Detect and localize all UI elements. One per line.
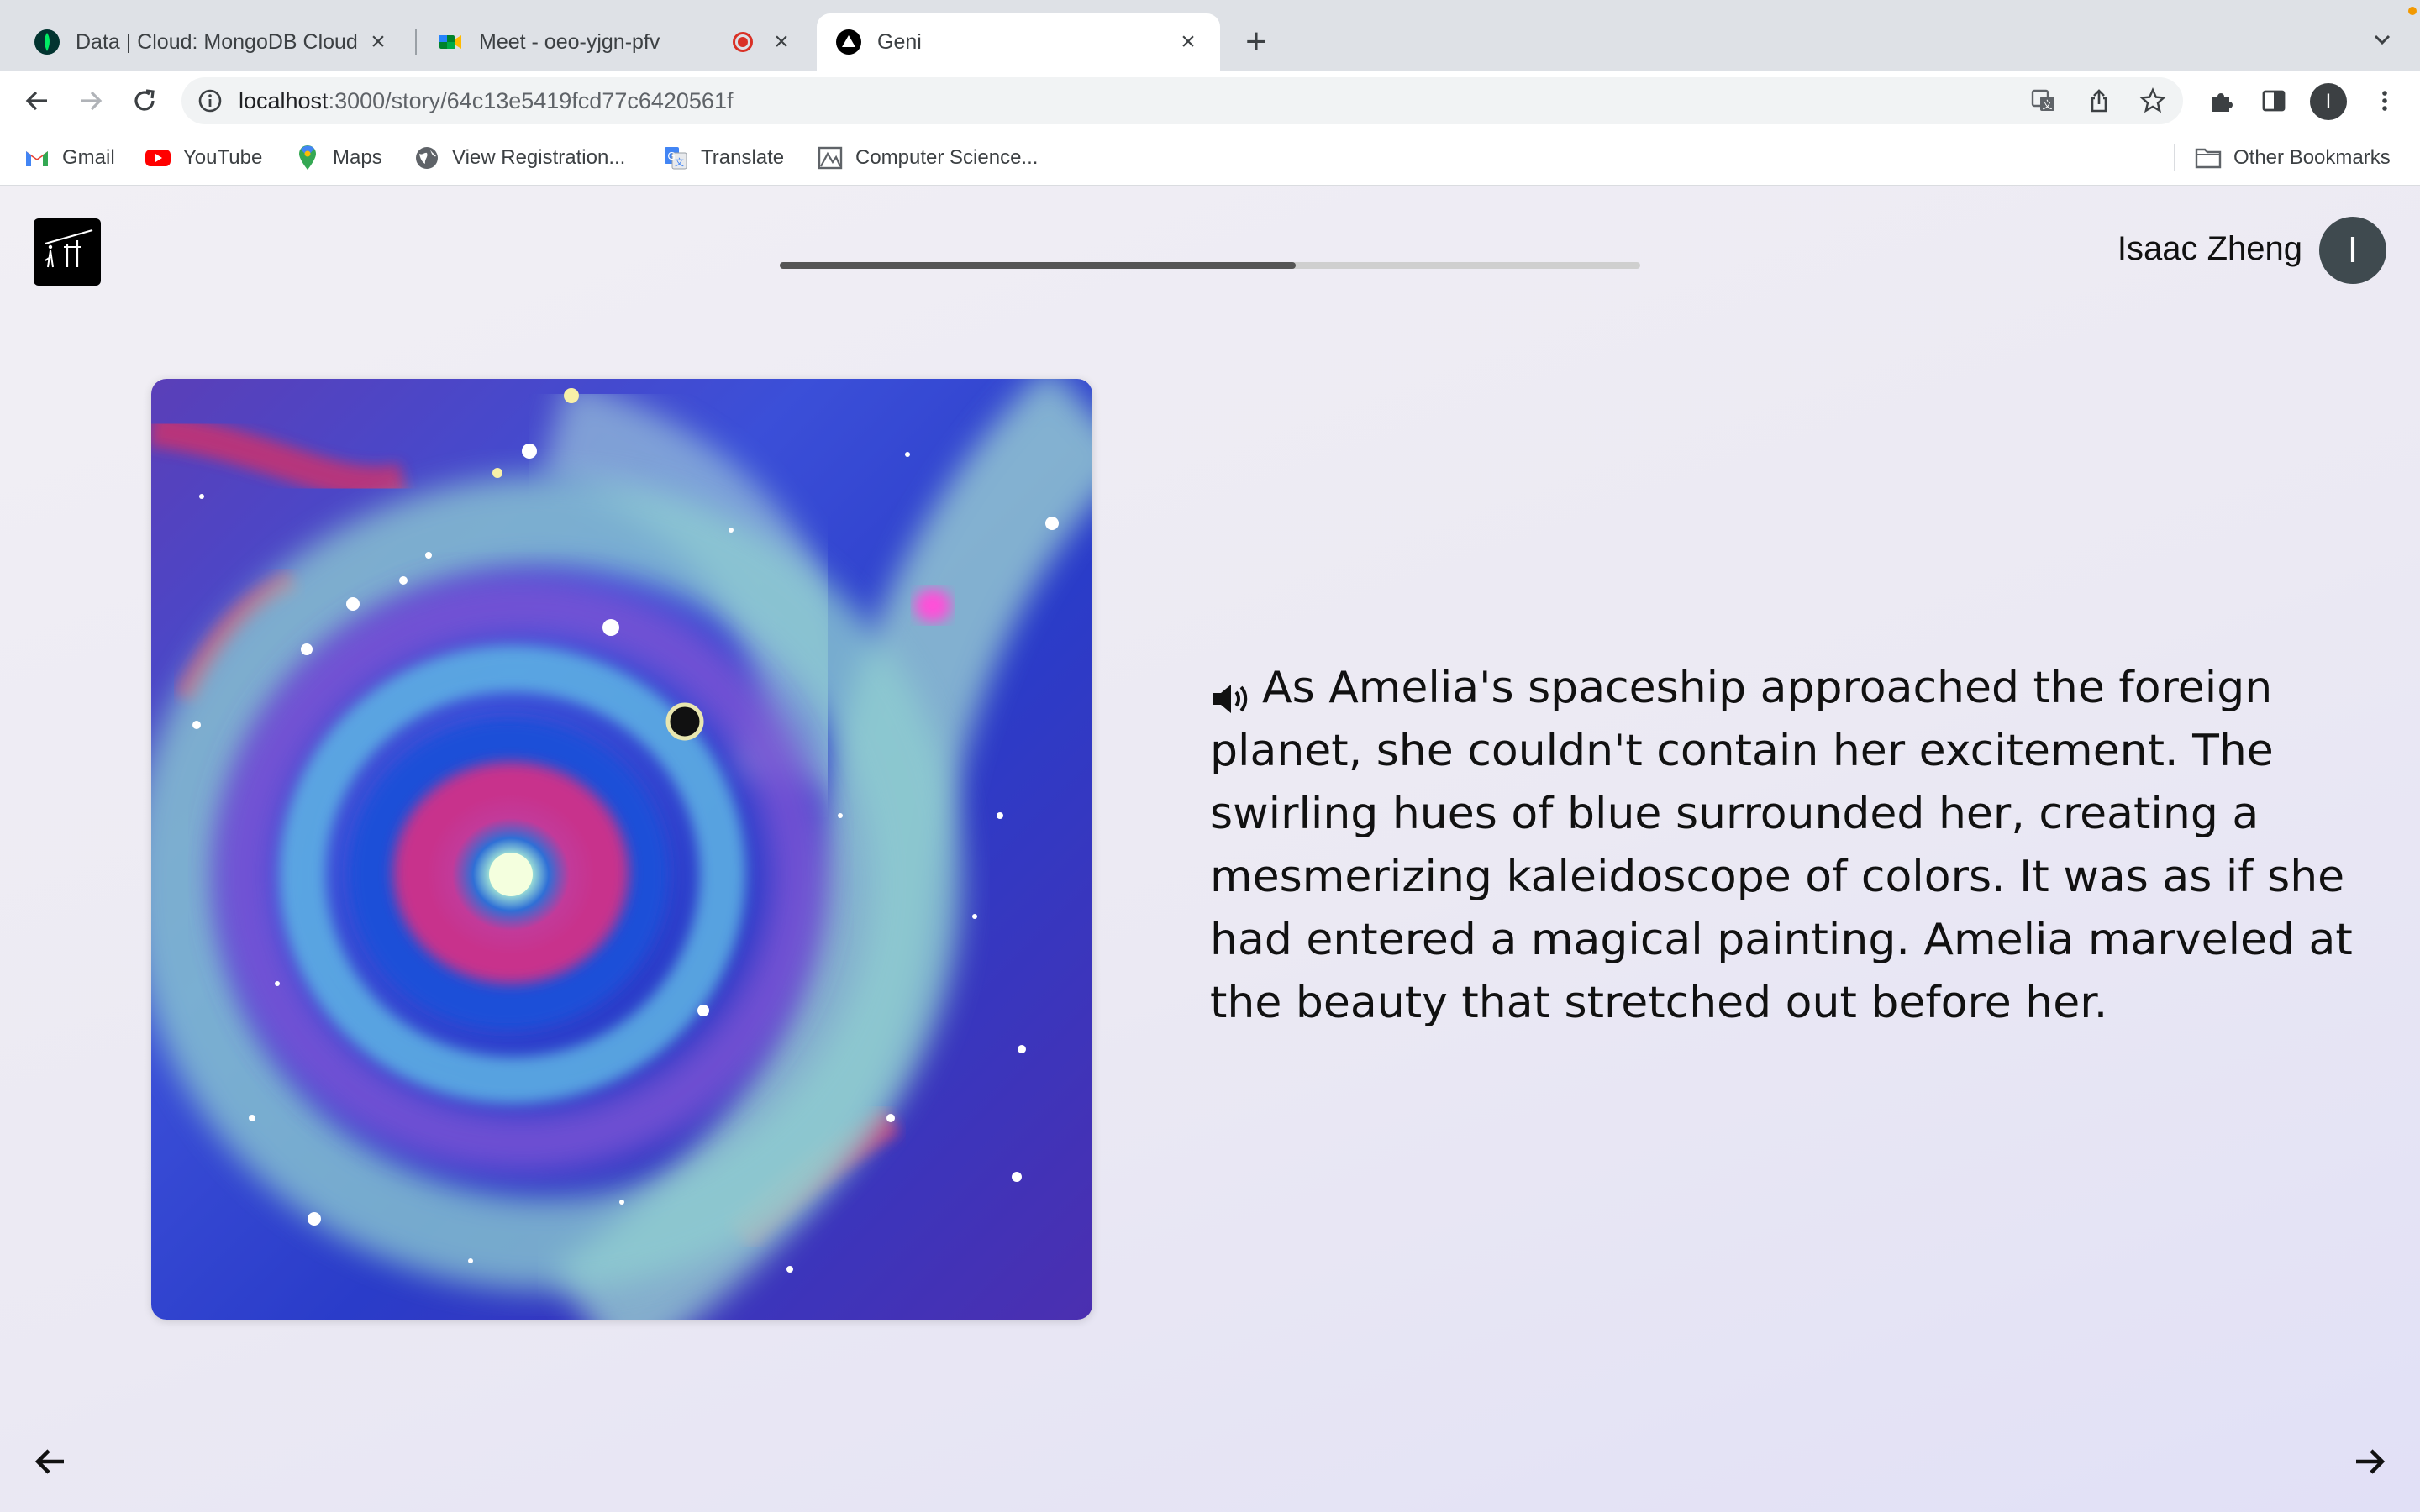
bookmark-image-icon	[817, 144, 844, 171]
user-name: Isaac Zheng	[2117, 230, 2302, 267]
mongodb-leaf-icon	[34, 29, 60, 55]
maps-pin-icon	[294, 144, 321, 171]
tab-title: Geni	[877, 29, 922, 54]
gmail-icon	[24, 144, 50, 171]
bookmarks-bar: Gmail YouTube Maps View Registration... …	[0, 131, 2420, 186]
update-indicator	[2408, 7, 2417, 15]
geni-triangle-icon	[835, 29, 862, 55]
bookmark-gmail[interactable]: Gmail	[24, 143, 115, 173]
previous-page-arrow-icon[interactable]	[30, 1441, 71, 1482]
tab-title: Data | Cloud: MongoDB Cloud	[76, 29, 358, 54]
tab-strip: Data | Cloud: MongoDB Cloud × Meet - oeo…	[0, 0, 2420, 71]
share-icon[interactable]	[2086, 87, 2112, 114]
folder-icon	[2195, 144, 2222, 171]
chevron-down-icon[interactable]	[2368, 25, 2396, 54]
bookmark-star-icon[interactable]	[2139, 87, 2166, 114]
url-text: localhost:3000/story/64c13e5419fcd77c642…	[239, 88, 734, 113]
bookmark-maps[interactable]: Maps	[294, 143, 382, 173]
story-text-block: As Amelia's spaceship approached the for…	[1210, 657, 2386, 1035]
tab-mongodb[interactable]: Data | Cloud: MongoDB Cloud ×	[15, 13, 410, 71]
story-illustration	[151, 379, 1092, 1320]
profile-avatar[interactable]: I	[2310, 83, 2347, 120]
reload-button[interactable]	[128, 84, 161, 118]
bookmark-divider	[2174, 144, 2175, 171]
bookmark-computer-science[interactable]: Computer Science...	[817, 143, 1038, 173]
recording-indicator-icon	[733, 32, 753, 52]
reload-icon	[134, 89, 155, 111]
google-meet-icon	[437, 29, 464, 55]
story-text: As Amelia's spaceship approached the for…	[1210, 663, 2353, 1028]
bookmark-translate[interactable]: G文 Translate	[662, 143, 784, 173]
browser-toolbar: localhost:3000/story/64c13e5419fcd77c642…	[0, 71, 2420, 131]
story-page: Isaac Zheng I As Amelia's spaceship appr…	[0, 186, 2420, 1512]
close-icon[interactable]: ×	[1175, 28, 1202, 55]
svg-text:文: 文	[2042, 98, 2052, 111]
tab-geni[interactable]: Geni ×	[817, 13, 1220, 71]
site-info-icon[interactable]	[197, 87, 224, 114]
forward-arrow-icon	[81, 91, 103, 111]
bookmark-view-registration[interactable]: View Registration...	[413, 143, 625, 173]
speaker-icon[interactable]	[1210, 672, 1252, 713]
kebab-menu-icon[interactable]	[2368, 84, 2402, 118]
youtube-icon	[145, 144, 171, 171]
svg-text:文: 文	[675, 156, 684, 168]
translate-page-icon[interactable]: 文	[2030, 87, 2057, 114]
next-page-arrow-icon[interactable]	[2349, 1441, 2390, 1482]
forward-button[interactable]	[74, 84, 108, 118]
story-progress-fill	[780, 262, 1297, 269]
story-progress-bar	[780, 262, 1640, 269]
tab-divider	[415, 29, 417, 55]
translate-icon: G文	[662, 144, 689, 171]
tab-title: Meet - oeo-yjgn-pfv	[479, 29, 660, 54]
side-panel-icon[interactable]	[2257, 84, 2291, 118]
other-bookmarks[interactable]: Other Bookmarks	[2195, 143, 2391, 173]
user-avatar[interactable]: I	[2319, 217, 2386, 284]
globe-icon	[413, 144, 440, 171]
bookmark-youtube[interactable]: YouTube	[145, 143, 262, 173]
geni-logo[interactable]	[34, 218, 101, 286]
back-arrow-icon	[25, 91, 47, 111]
back-button[interactable]	[20, 84, 54, 118]
address-bar[interactable]: localhost:3000/story/64c13e5419fcd77c642…	[182, 77, 2183, 124]
extensions-puzzle-icon[interactable]	[2205, 84, 2238, 118]
tab-meet[interactable]: Meet - oeo-yjgn-pfv ×	[418, 13, 813, 71]
close-icon[interactable]: ×	[768, 28, 795, 55]
new-tab-button[interactable]: +	[1239, 24, 1273, 60]
close-icon[interactable]: ×	[365, 28, 392, 55]
